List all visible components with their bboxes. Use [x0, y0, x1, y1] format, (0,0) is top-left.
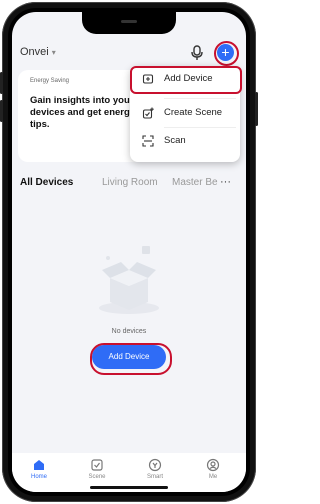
notch [82, 12, 176, 34]
nav-label: Smart [146, 474, 163, 480]
profile-icon [206, 458, 220, 472]
nav-scene[interactable]: Scene [74, 458, 120, 480]
nav-label: Me [208, 474, 218, 480]
volume-button [0, 72, 3, 94]
nav-label: Scene [88, 474, 106, 480]
home-icon [34, 460, 44, 470]
empty-box-icon [99, 246, 159, 314]
volume-button [0, 100, 3, 122]
speaker [121, 20, 137, 23]
microphone-icon[interactable] [190, 45, 204, 61]
home-name: Onvei [20, 46, 49, 58]
tab-master-bedroom[interactable]: Master Be [172, 177, 218, 188]
app-screen: Onvei ▾ + Energy Saving Gain insights in… [12, 12, 246, 492]
scan-icon [142, 135, 154, 147]
menu-item-label: Create Scene [164, 107, 223, 118]
highlight-ring [90, 343, 172, 375]
room-tabs: All Devices Living Room Master Be ··· [12, 176, 246, 197]
nav-me[interactable]: Me [190, 458, 236, 480]
highlight-ring [130, 66, 242, 94]
top-bar: Onvei ▾ + [12, 41, 246, 66]
scene-icon [91, 459, 103, 471]
home-indicator [90, 486, 168, 489]
phone-device: Onvei ▾ + Energy Saving Gain insights in… [0, 0, 258, 504]
nav-home[interactable]: Home [16, 458, 62, 480]
divider [164, 98, 236, 99]
empty-state-message: No devices [111, 328, 147, 335]
tab-living-room[interactable]: Living Room [102, 177, 158, 188]
card-label: Energy Saving [30, 78, 70, 84]
card-text: Gain insights into your devices and get … [30, 95, 136, 130]
tab-all-devices[interactable]: All Devices [20, 177, 73, 188]
smart-icon [148, 458, 162, 472]
menu-item-scan[interactable]: Scan [130, 128, 240, 154]
create-scene-icon [142, 107, 154, 119]
chevron-down-icon: ▾ [51, 47, 56, 57]
nav-label: Home [30, 474, 47, 480]
nav-smart[interactable]: Smart [132, 458, 178, 480]
highlight-ring [214, 41, 239, 66]
more-tabs-icon[interactable]: ··· [220, 176, 231, 188]
power-button [255, 92, 258, 126]
menu-item-label: Scan [164, 135, 186, 146]
menu-item-create-scene[interactable]: Create Scene [130, 100, 240, 126]
home-selector[interactable]: Onvei ▾ [20, 46, 56, 58]
